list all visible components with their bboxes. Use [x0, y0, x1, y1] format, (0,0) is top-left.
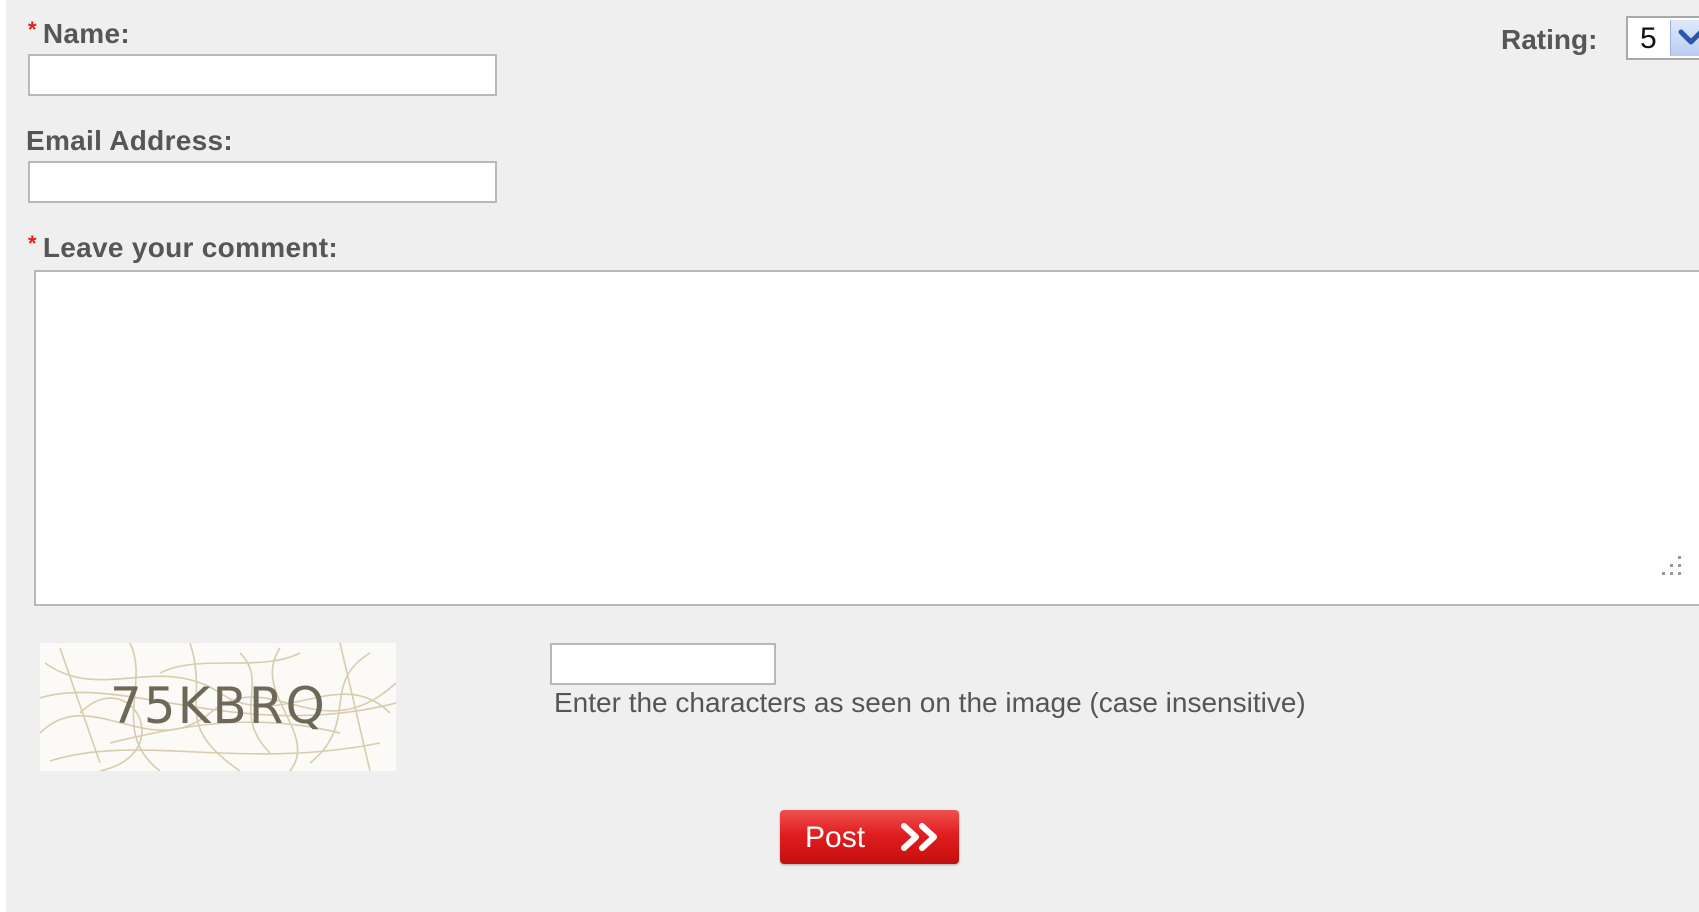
- required-marker: *: [28, 17, 37, 42]
- captcha-text: 75KBRQ: [110, 677, 327, 735]
- email-label: Email Address:: [26, 125, 234, 156]
- captcha-hint: Enter the characters as seen on the imag…: [554, 687, 1306, 718]
- rating-select[interactable]: 5: [1626, 16, 1699, 60]
- name-label: * Name:: [28, 17, 130, 50]
- captcha-image: 75KBRQ: [39, 642, 397, 772]
- post-button[interactable]: Post: [780, 810, 959, 864]
- required-marker: *: [28, 231, 37, 256]
- rating-value: 5: [1640, 22, 1657, 55]
- comment-label: * Leave your comment:: [28, 231, 338, 264]
- double-chevron-right-icon: [901, 823, 937, 851]
- post-button-label: Post: [805, 821, 866, 854]
- email-input[interactable]: [28, 161, 497, 203]
- comment-textarea[interactable]: [34, 270, 1699, 606]
- rating-label: Rating:: [1501, 24, 1598, 55]
- comment-form: * Name: Email Address: Rating: 5 * Leave y…: [6, 0, 1699, 912]
- name-label-text: Name:: [42, 18, 130, 49]
- name-input[interactable]: [28, 54, 497, 96]
- captcha-input[interactable]: [550, 643, 776, 685]
- comment-label-text: Leave your comment:: [42, 232, 338, 263]
- resize-grip-icon[interactable]: [1654, 552, 1684, 582]
- chevron-down-icon[interactable]: [1670, 20, 1699, 56]
